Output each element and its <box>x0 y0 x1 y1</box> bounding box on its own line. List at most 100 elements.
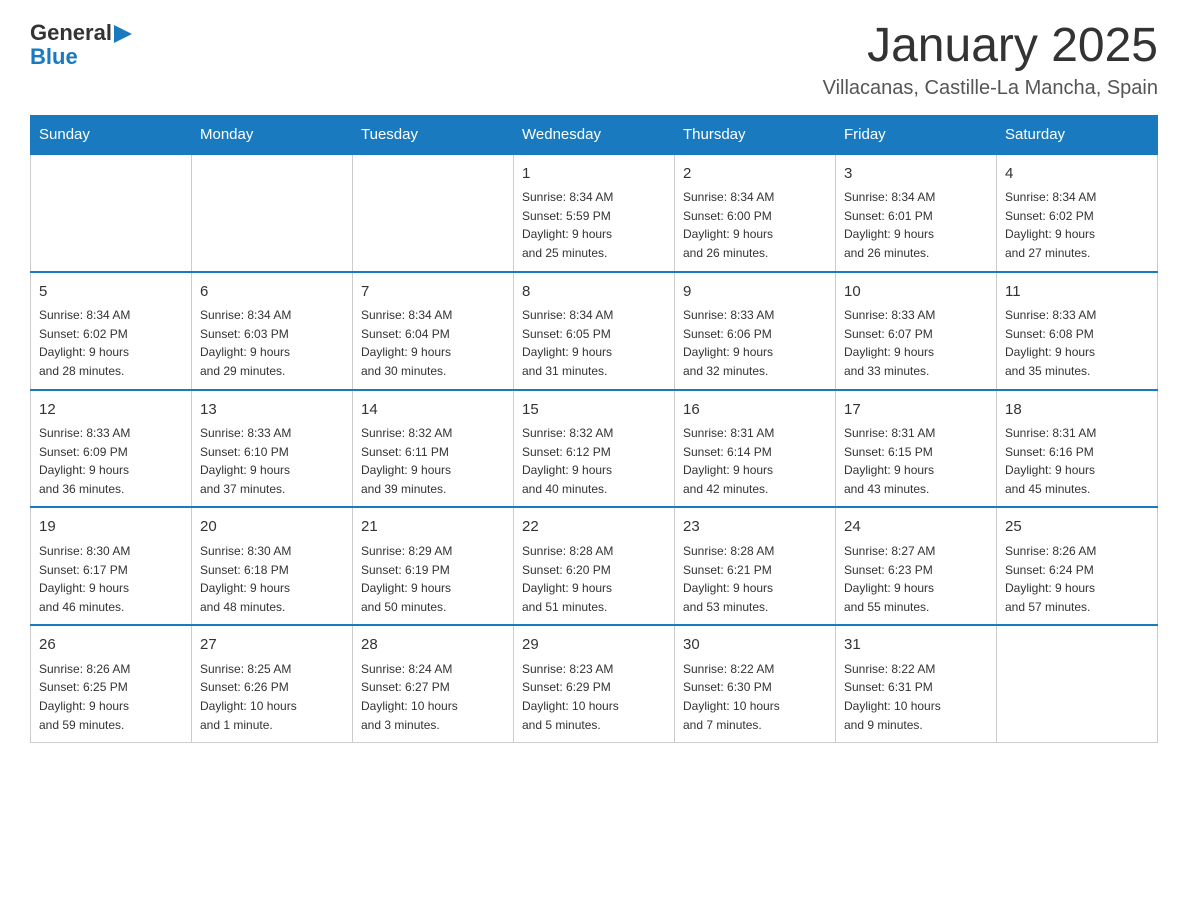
day-headers-row: SundayMondayTuesdayWednesdayThursdayFrid… <box>31 115 1158 154</box>
day-info: Sunrise: 8:25 AMSunset: 6:26 PMDaylight:… <box>200 660 344 734</box>
day-header-tuesday: Tuesday <box>353 115 514 154</box>
title-area: January 2025 Villacanas, Castille-La Man… <box>823 20 1158 100</box>
day-number: 21 <box>361 516 505 539</box>
week-row-1: 1Sunrise: 8:34 AMSunset: 5:59 PMDaylight… <box>31 154 1158 272</box>
logo-general-text: General <box>30 20 112 46</box>
calendar-table: SundayMondayTuesdayWednesdayThursdayFrid… <box>30 115 1158 743</box>
day-number: 4 <box>1005 163 1149 186</box>
day-info: Sunrise: 8:34 AMSunset: 6:05 PMDaylight:… <box>522 306 666 380</box>
calendar-cell: 11Sunrise: 8:33 AMSunset: 6:08 PMDayligh… <box>997 272 1158 390</box>
calendar-cell: 6Sunrise: 8:34 AMSunset: 6:03 PMDaylight… <box>192 272 353 390</box>
calendar-cell: 23 Sunrise: 8:28 AMSunset: 6:21 PMDayligh… <box>675 507 836 625</box>
day-number: 2 <box>683 163 827 186</box>
calendar-cell: 14Sunrise: 8:32 AMSunset: 6:11 PMDayligh… <box>353 390 514 508</box>
day-info: Sunrise: 8:33 AMSunset: 6:07 PMDaylight:… <box>844 306 988 380</box>
calendar-cell: 13Sunrise: 8:33 AMSunset: 6:10 PMDayligh… <box>192 390 353 508</box>
day-info: Sunrise: 8:34 AMSunset: 6:02 PMDaylight:… <box>1005 188 1149 262</box>
calendar-cell: 26Sunrise: 8:26 AMSunset: 6:25 PMDayligh… <box>31 625 192 742</box>
day-header-sunday: Sunday <box>31 115 192 154</box>
day-info: Sunrise: 8:31 AMSunset: 6:16 PMDaylight:… <box>1005 424 1149 498</box>
calendar-cell: 15Sunrise: 8:32 AMSunset: 6:12 PMDayligh… <box>514 390 675 508</box>
day-header-thursday: Thursday <box>675 115 836 154</box>
calendar-cell <box>353 154 514 272</box>
day-number: 8 <box>522 281 666 304</box>
day-info: Sunrise: 8:23 AMSunset: 6:29 PMDaylight:… <box>522 660 666 734</box>
calendar-cell <box>192 154 353 272</box>
day-info: Sunrise: 8:33 AMSunset: 6:08 PMDaylight:… <box>1005 306 1149 380</box>
calendar-cell: 30 Sunrise: 8:22 AMSunset: 6:30 PMDayligh… <box>675 625 836 742</box>
day-info: Sunrise: 8:22 AMSunset: 6:31 PMDaylight:… <box>844 660 988 734</box>
day-info: Sunrise: 8:22 AMSunset: 6:30 PMDaylight:… <box>683 660 827 734</box>
day-info: Sunrise: 8:28 AMSunset: 6:21 PMDaylight:… <box>683 542 827 616</box>
calendar-cell: 28Sunrise: 8:24 AMSunset: 6:27 PMDayligh… <box>353 625 514 742</box>
week-row-3: 12Sunrise: 8:33 AMSunset: 6:09 PMDayligh… <box>31 390 1158 508</box>
day-info: Sunrise: 8:29 AMSunset: 6:19 PMDaylight:… <box>361 542 505 616</box>
calendar-cell: 22 Sunrise: 8:28 AMSunset: 6:20 PMDayligh… <box>514 507 675 625</box>
day-info: Sunrise: 8:34 AMSunset: 6:02 PMDaylight:… <box>39 306 183 380</box>
day-number: 24 <box>844 516 988 539</box>
day-number: 12 <box>39 399 183 422</box>
day-number: 23 <box>683 516 827 539</box>
week-row-5: 26Sunrise: 8:26 AMSunset: 6:25 PMDayligh… <box>31 625 1158 742</box>
day-number: 18 <box>1005 399 1149 422</box>
calendar-cell: 8Sunrise: 8:34 AMSunset: 6:05 PMDaylight… <box>514 272 675 390</box>
day-number: 20 <box>200 516 344 539</box>
location-title: Villacanas, Castille-La Mancha, Spain <box>823 77 1158 100</box>
day-number: 28 <box>361 634 505 657</box>
day-number: 30 <box>683 634 827 657</box>
calendar-cell: 9Sunrise: 8:33 AMSunset: 6:06 PMDaylight… <box>675 272 836 390</box>
day-number: 16 <box>683 399 827 422</box>
page-header: General Blue January 2025 Villacanas, Ca… <box>30 20 1158 100</box>
day-info: Sunrise: 8:32 AMSunset: 6:11 PMDaylight:… <box>361 424 505 498</box>
day-info: Sunrise: 8:34 AMSunset: 6:03 PMDaylight:… <box>200 306 344 380</box>
day-info: Sunrise: 8:33 AMSunset: 6:10 PMDaylight:… <box>200 424 344 498</box>
day-info: Sunrise: 8:30 AMSunset: 6:18 PMDaylight:… <box>200 542 344 616</box>
day-number: 22 <box>522 516 666 539</box>
week-row-4: 19 Sunrise: 8:30 AMSunset: 6:17 PMDayligh… <box>31 507 1158 625</box>
calendar-cell: 17Sunrise: 8:31 AMSunset: 6:15 PMDayligh… <box>836 390 997 508</box>
day-number: 14 <box>361 399 505 422</box>
calendar-cell: 2Sunrise: 8:34 AMSunset: 6:00 PMDaylight… <box>675 154 836 272</box>
day-number: 31 <box>844 634 988 657</box>
day-info: Sunrise: 8:32 AMSunset: 6:12 PMDaylight:… <box>522 424 666 498</box>
day-number: 6 <box>200 281 344 304</box>
calendar-cell: 25Sunrise: 8:26 AMSunset: 6:24 PMDayligh… <box>997 507 1158 625</box>
day-number: 27 <box>200 634 344 657</box>
calendar-cell: 18Sunrise: 8:31 AMSunset: 6:16 PMDayligh… <box>997 390 1158 508</box>
calendar-cell: 12Sunrise: 8:33 AMSunset: 6:09 PMDayligh… <box>31 390 192 508</box>
day-number: 13 <box>200 399 344 422</box>
calendar-cell: 10Sunrise: 8:33 AMSunset: 6:07 PMDayligh… <box>836 272 997 390</box>
calendar-cell: 21 Sunrise: 8:29 AMSunset: 6:19 PMDayligh… <box>353 507 514 625</box>
calendar-cell: 24 Sunrise: 8:27 AMSunset: 6:23 PMDayligh… <box>836 507 997 625</box>
month-title: January 2025 <box>823 20 1158 73</box>
day-header-friday: Friday <box>836 115 997 154</box>
day-number: 29 <box>522 634 666 657</box>
calendar-cell <box>997 625 1158 742</box>
calendar-cell: 1Sunrise: 8:34 AMSunset: 5:59 PMDaylight… <box>514 154 675 272</box>
calendar-cell: 20 Sunrise: 8:30 AMSunset: 6:18 PMDayligh… <box>192 507 353 625</box>
day-info: Sunrise: 8:30 AMSunset: 6:17 PMDaylight:… <box>39 542 183 616</box>
day-info: Sunrise: 8:31 AMSunset: 6:14 PMDaylight:… <box>683 424 827 498</box>
day-number: 19 <box>39 516 183 539</box>
calendar-cell: 29 Sunrise: 8:23 AMSunset: 6:29 PMDayligh… <box>514 625 675 742</box>
day-info: Sunrise: 8:26 AMSunset: 6:25 PMDaylight:… <box>39 660 183 734</box>
day-number: 9 <box>683 281 827 304</box>
week-row-2: 5Sunrise: 8:34 AMSunset: 6:02 PMDaylight… <box>31 272 1158 390</box>
day-info: Sunrise: 8:34 AMSunset: 5:59 PMDaylight:… <box>522 188 666 262</box>
day-info: Sunrise: 8:26 AMSunset: 6:24 PMDaylight:… <box>1005 542 1149 616</box>
logo-triangle-icon <box>114 25 132 43</box>
day-header-monday: Monday <box>192 115 353 154</box>
calendar-cell: 3Sunrise: 8:34 AMSunset: 6:01 PMDaylight… <box>836 154 997 272</box>
day-header-saturday: Saturday <box>997 115 1158 154</box>
day-number: 1 <box>522 163 666 186</box>
calendar-cell <box>31 154 192 272</box>
day-info: Sunrise: 8:27 AMSunset: 6:23 PMDaylight:… <box>844 542 988 616</box>
day-number: 10 <box>844 281 988 304</box>
day-info: Sunrise: 8:34 AMSunset: 6:01 PMDaylight:… <box>844 188 988 262</box>
day-number: 11 <box>1005 281 1149 304</box>
day-number: 5 <box>39 281 183 304</box>
calendar-cell: 16Sunrise: 8:31 AMSunset: 6:14 PMDayligh… <box>675 390 836 508</box>
day-number: 17 <box>844 399 988 422</box>
day-info: Sunrise: 8:28 AMSunset: 6:20 PMDaylight:… <box>522 542 666 616</box>
calendar-cell: 5Sunrise: 8:34 AMSunset: 6:02 PMDaylight… <box>31 272 192 390</box>
